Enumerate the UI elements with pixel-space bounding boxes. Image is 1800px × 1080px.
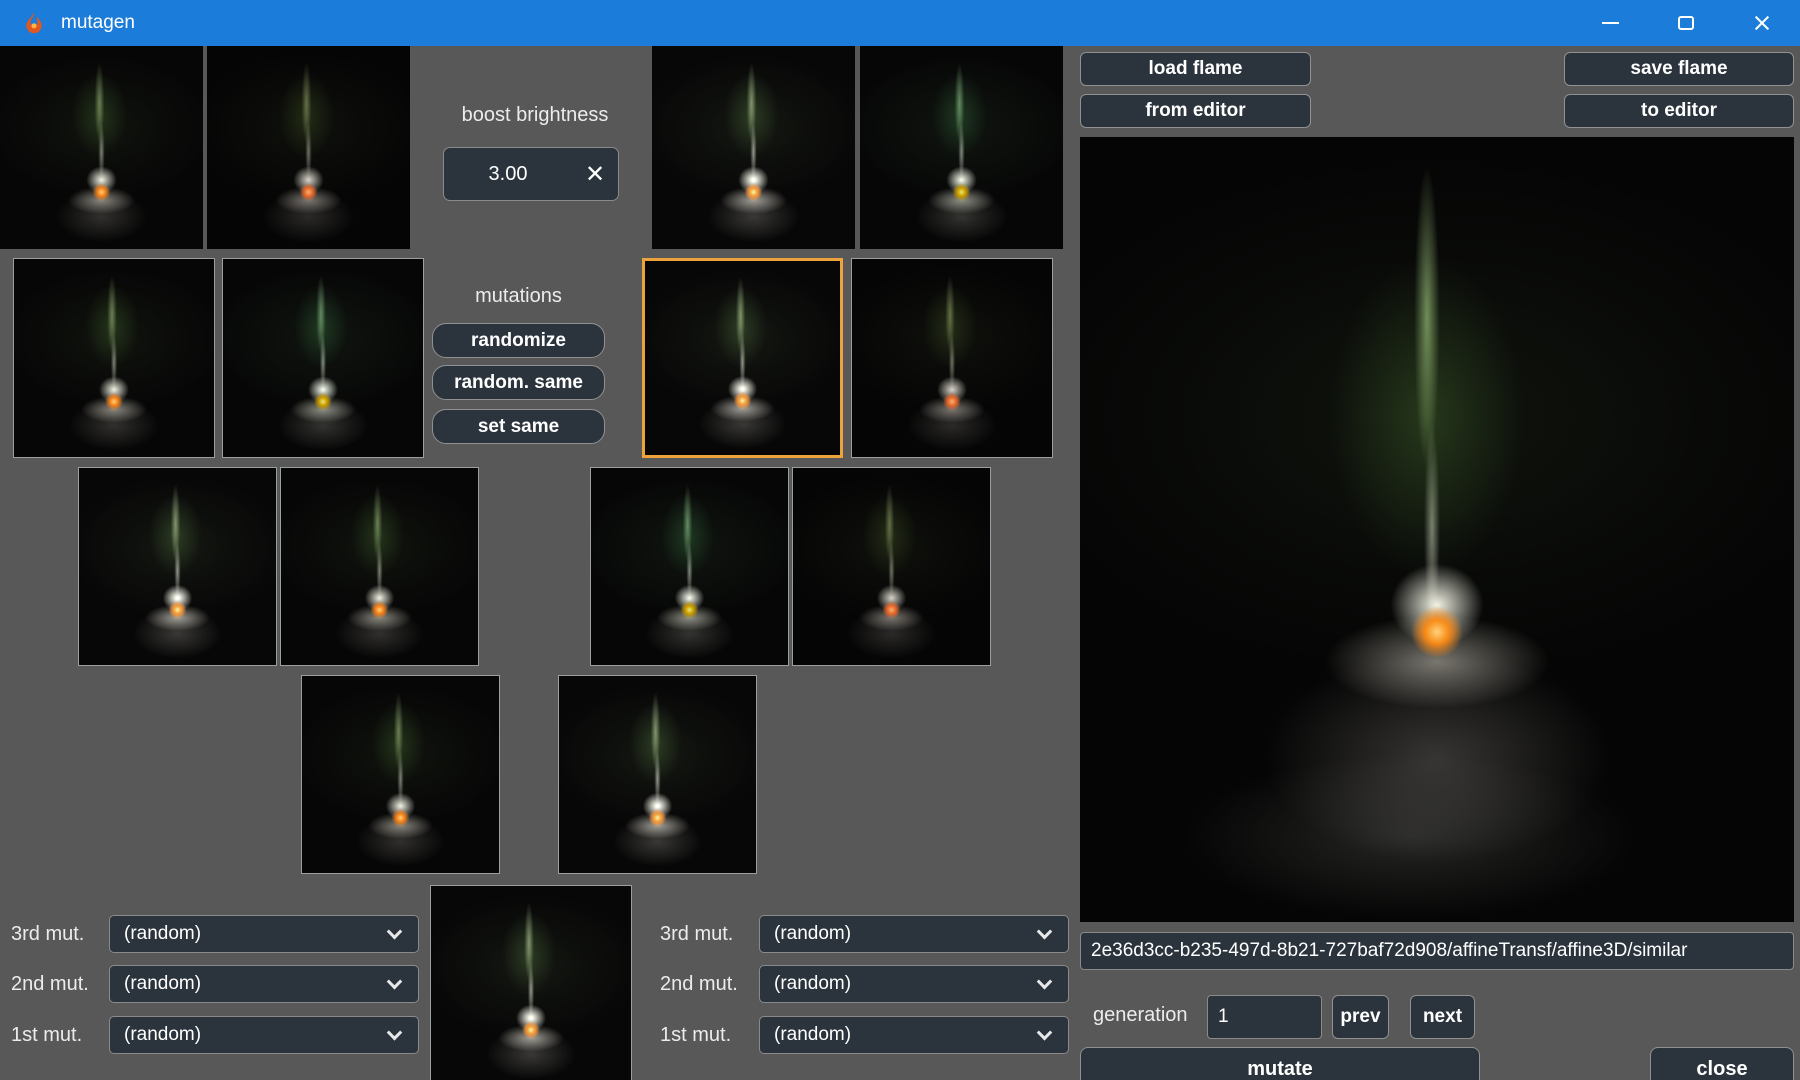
generation-input[interactable] <box>1207 995 1322 1039</box>
minimize-button[interactable] <box>1572 0 1648 46</box>
first-mutation-select-left[interactable]: (random) <box>109 1016 419 1054</box>
flame-thumbnail[interactable] <box>860 46 1063 249</box>
flame-thumbnail[interactable] <box>301 675 500 874</box>
flame-thumbnail[interactable] <box>207 46 410 249</box>
selected-option: (random) <box>110 1024 201 1046</box>
flame-thumbnail[interactable] <box>792 467 991 666</box>
first-mutation-select-right[interactable]: (random) <box>759 1016 1069 1054</box>
fractal-image <box>0 46 203 249</box>
selected-option: (random) <box>760 923 851 945</box>
selected-option: (random) <box>760 1024 851 1046</box>
save-flame-button[interactable]: save flame <box>1564 52 1794 86</box>
close-button[interactable]: close <box>1650 1047 1794 1080</box>
fractal-image <box>645 261 840 455</box>
titlebar: mutagen <box>0 0 1800 46</box>
to-editor-button[interactable]: to editor <box>1564 94 1794 128</box>
selected-option: (random) <box>110 923 201 945</box>
flame-thumbnail[interactable] <box>652 46 855 249</box>
close-icon <box>1752 13 1772 33</box>
from-editor-button[interactable]: from editor <box>1080 94 1311 128</box>
set-same-button[interactable]: set same <box>432 409 605 444</box>
mutations-label: mutations <box>432 285 605 308</box>
chevron-down-icon <box>387 923 403 939</box>
second-mutation-label-right: 2nd mut. <box>660 965 738 1003</box>
fractal-image <box>223 259 423 457</box>
third-mutation-label-left: 3rd mut. <box>11 915 84 953</box>
flame-thumbnail[interactable] <box>222 258 424 458</box>
fractal-image <box>302 676 499 873</box>
mutagen-window: mutagen boost brightness 3.00 ✕ mutation… <box>0 0 1800 1080</box>
load-flame-button[interactable]: load flame <box>1080 52 1311 86</box>
third-mutation-label-right: 3rd mut. <box>660 915 733 953</box>
flame-thumbnail[interactable] <box>590 467 789 666</box>
boost-brightness-label: boost brightness <box>420 104 650 127</box>
fractal-image <box>14 259 214 457</box>
chevron-down-icon <box>387 1024 403 1040</box>
flame-thumbnail[interactable] <box>78 467 277 666</box>
next-button[interactable]: next <box>1410 995 1475 1039</box>
selected-option: (random) <box>110 973 201 995</box>
flame-app-icon <box>22 11 46 35</box>
randomize-button[interactable]: randomize <box>432 323 605 358</box>
chevron-down-icon <box>387 973 403 989</box>
third-mutation-select-left[interactable]: (random) <box>109 915 419 953</box>
flame-thumbnail[interactable] <box>0 46 203 249</box>
chevron-down-icon <box>1037 1024 1053 1040</box>
fractal-image <box>860 46 1063 249</box>
minimize-icon <box>1602 22 1619 24</box>
fractal-image <box>431 886 631 1080</box>
boost-brightness-value[interactable]: 3.00 <box>444 163 572 186</box>
second-mutation-select-left[interactable]: (random) <box>109 965 419 1003</box>
generation-label: generation <box>1093 1004 1188 1027</box>
chevron-down-icon <box>1037 973 1053 989</box>
fractal-image <box>559 676 756 873</box>
flame-path-field[interactable]: 2e36d3cc-b235-497d-8b21-727baf72d908/aff… <box>1080 932 1794 970</box>
maximize-icon <box>1678 16 1694 30</box>
flame-thumbnail[interactable] <box>558 675 757 874</box>
second-mutation-label-left: 2nd mut. <box>11 965 89 1003</box>
chevron-down-icon <box>1037 923 1053 939</box>
fractal-image <box>281 468 478 665</box>
flame-thumbnail-selected[interactable] <box>642 258 843 458</box>
window-title: mutagen <box>61 12 135 34</box>
clear-icon[interactable]: ✕ <box>572 148 618 200</box>
random-same-button[interactable]: random. same <box>432 365 605 400</box>
second-mutation-select-right[interactable]: (random) <box>759 965 1069 1003</box>
fractal-image <box>79 468 276 665</box>
flame-thumbnail[interactable] <box>430 885 632 1080</box>
flame-preview[interactable] <box>1080 137 1794 922</box>
first-mutation-label-left: 1st mut. <box>11 1016 82 1054</box>
flame-thumbnail[interactable] <box>280 467 479 666</box>
first-mutation-label-right: 1st mut. <box>660 1016 731 1054</box>
prev-button[interactable]: prev <box>1332 995 1389 1039</box>
fractal-image <box>207 46 410 249</box>
fractal-image <box>652 46 855 249</box>
flame-thumbnail[interactable] <box>851 258 1053 458</box>
selected-option: (random) <box>760 973 851 995</box>
boost-brightness-field[interactable]: 3.00 ✕ <box>443 147 619 201</box>
fractal-image <box>852 259 1052 457</box>
third-mutation-select-right[interactable]: (random) <box>759 915 1069 953</box>
fractal-image <box>591 468 788 665</box>
close-window-button[interactable] <box>1724 0 1800 46</box>
fractal-preview-image <box>1080 137 1794 922</box>
flame-thumbnail[interactable] <box>13 258 215 458</box>
maximize-button[interactable] <box>1648 0 1724 46</box>
fractal-image <box>793 468 990 665</box>
mutate-button[interactable]: mutate <box>1080 1047 1480 1080</box>
window-controls <box>1572 0 1800 46</box>
